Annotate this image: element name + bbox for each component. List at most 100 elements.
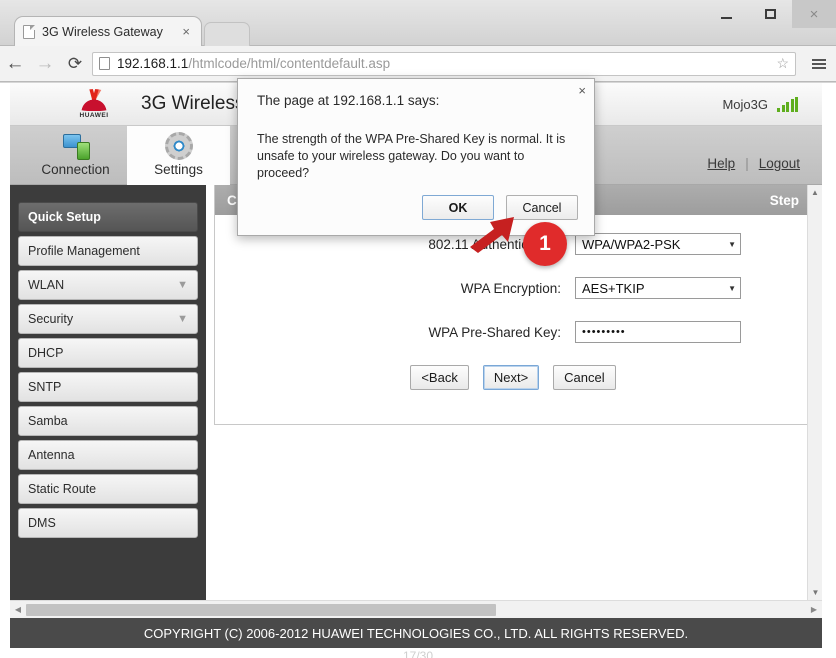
address-bar-url: 192.168.1.1/htmlcode/html/contentdefault… bbox=[117, 56, 770, 71]
cancel-button[interactable]: Cancel bbox=[553, 365, 616, 390]
copyright-footer: COPYRIGHT (C) 2006-2012 HUAWEI TECHNOLOG… bbox=[10, 618, 822, 648]
sidebar-item-wlan[interactable]: WLAN ▼ bbox=[18, 270, 198, 300]
tab-connection-label: Connection bbox=[41, 162, 110, 177]
browser-titlebar: × 3G Wireless Gateway × bbox=[0, 0, 836, 46]
dialog-ok-label: OK bbox=[448, 200, 468, 215]
scroll-up-icon[interactable]: ▲ bbox=[808, 185, 822, 200]
huawei-logo: HUAWEI bbox=[65, 89, 123, 119]
browser-tab-title: 3G Wireless Gateway bbox=[42, 24, 163, 39]
gear-icon bbox=[164, 132, 193, 160]
next-button[interactable]: Next> bbox=[482, 365, 540, 390]
encryption-select[interactable]: AES+TKIP ▼ bbox=[575, 277, 741, 299]
chevron-down-icon: ▼ bbox=[177, 279, 188, 291]
authentication-value: WPA/WPA2-PSK bbox=[582, 236, 681, 252]
authentication-select[interactable]: WPA/WPA2-PSK ▼ bbox=[575, 233, 741, 255]
sidebar-item-label: Profile Management bbox=[28, 244, 140, 258]
sidebar-item-sntp[interactable]: SNTP bbox=[18, 372, 198, 402]
url-path: /htmlcode/html/contentdefault.asp bbox=[188, 56, 391, 71]
reload-button[interactable]: ⟳ bbox=[60, 49, 90, 79]
browser-menu-icon[interactable] bbox=[804, 58, 834, 69]
form-row-preshared-key: WPA Pre-Shared Key: ••••••••• bbox=[215, 321, 811, 343]
page-horizontal-scrollbar[interactable]: ◀ ▶ bbox=[10, 600, 822, 618]
sidebar-item-samba[interactable]: Samba bbox=[18, 406, 198, 436]
sidebar-item-label: WLAN bbox=[28, 278, 65, 292]
tab-settings[interactable]: Settings bbox=[127, 126, 230, 185]
sidebar-item-label: DMS bbox=[28, 516, 56, 530]
sidebar-item-label: Quick Setup bbox=[28, 210, 101, 224]
hscroll-track[interactable] bbox=[26, 603, 806, 617]
preshared-key-value: ••••••••• bbox=[582, 326, 626, 338]
chevron-down-icon: ▼ bbox=[728, 283, 736, 293]
page-info-icon bbox=[99, 57, 110, 70]
device-name-label: Mojo3G bbox=[722, 96, 768, 112]
sidebar-item-dms[interactable]: DMS bbox=[18, 508, 198, 538]
forward-button[interactable]: → bbox=[30, 49, 60, 79]
back-button[interactable]: ← bbox=[0, 49, 30, 79]
sidebar-item-label: Samba bbox=[28, 414, 68, 428]
scroll-right-icon[interactable]: ▶ bbox=[806, 605, 822, 614]
sidebar-item-quick-setup[interactable]: Quick Setup bbox=[18, 202, 198, 232]
sidebar-item-label: SNTP bbox=[28, 380, 62, 394]
scroll-down-icon[interactable]: ▼ bbox=[808, 585, 823, 600]
sidebar-item-label: DHCP bbox=[28, 346, 64, 360]
sidebar-item-profile-management[interactable]: Profile Management bbox=[18, 236, 198, 266]
preshared-key-label: WPA Pre-Shared Key: bbox=[428, 324, 561, 340]
cancel-button-label: Cancel bbox=[564, 370, 605, 385]
browser-window: × 3G Wireless Gateway × ← → ⟳ 192.168.1.… bbox=[0, 0, 836, 658]
sidebar: Quick Setup Profile Management WLAN ▼ Se… bbox=[10, 185, 206, 600]
page-number-label: 17/30 bbox=[402, 649, 434, 658]
huawei-wordmark: HUAWEI bbox=[79, 112, 109, 119]
sidebar-item-static-route[interactable]: Static Route bbox=[18, 474, 198, 504]
new-tab-button[interactable] bbox=[204, 22, 250, 46]
sidebar-item-dhcp[interactable]: DHCP bbox=[18, 338, 198, 368]
back-button[interactable]: <Back bbox=[410, 365, 469, 390]
router-tabs: Connection Settings bbox=[24, 126, 230, 185]
scroll-left-icon[interactable]: ◀ bbox=[10, 605, 26, 614]
help-link[interactable]: Help bbox=[707, 156, 735, 171]
signal-strength-icon bbox=[777, 96, 798, 112]
bookmark-star-icon[interactable]: ☆ bbox=[776, 55, 789, 72]
url-host: 192.168.1.1 bbox=[117, 56, 189, 71]
callout-number: 1 bbox=[539, 232, 551, 255]
header-links: Help | Logout bbox=[707, 156, 800, 171]
page-title: 3G Wireless bbox=[141, 93, 245, 114]
copyright-text: COPYRIGHT (C) 2006-2012 HUAWEI TECHNOLOG… bbox=[143, 625, 689, 641]
reload-icon: ⟳ bbox=[67, 53, 83, 73]
preshared-key-input[interactable]: ••••••••• bbox=[575, 321, 741, 343]
browser-toolbar: ← → ⟳ 192.168.1.1/htmlcode/html/contentd… bbox=[0, 46, 836, 82]
next-button-label: Next> bbox=[493, 370, 529, 385]
sidebar-item-label: Antenna bbox=[28, 448, 75, 462]
connection-icon bbox=[61, 132, 91, 160]
address-bar[interactable]: 192.168.1.1/htmlcode/html/contentdefault… bbox=[92, 51, 796, 76]
encryption-value: AES+TKIP bbox=[582, 280, 645, 296]
form-row-encryption: WPA Encryption: AES+TKIP ▼ bbox=[215, 277, 811, 299]
hscroll-thumb[interactable] bbox=[26, 603, 496, 616]
tab-settings-label: Settings bbox=[154, 162, 203, 177]
dialog-message: The strength of the WPA Pre-Shared Key i… bbox=[257, 132, 566, 180]
sidebar-item-security[interactable]: Security ▼ bbox=[18, 304, 198, 334]
chevron-down-icon: ▼ bbox=[728, 239, 736, 249]
dialog-title: The page at 192.168.1.1 says: bbox=[257, 93, 440, 108]
dialog-close-icon[interactable]: × bbox=[578, 83, 586, 98]
device-status: Mojo3G bbox=[722, 96, 798, 112]
link-separator: | bbox=[745, 156, 749, 171]
sidebar-item-antenna[interactable]: Antenna bbox=[18, 440, 198, 470]
tab-connection[interactable]: Connection bbox=[24, 126, 127, 185]
sidebar-item-label: Security bbox=[28, 312, 74, 326]
chevron-down-icon: ▼ bbox=[177, 313, 188, 325]
forward-arrow-icon: → bbox=[35, 52, 55, 74]
page-vertical-scrollbar[interactable]: ▲ ▼ bbox=[807, 185, 822, 600]
sidebar-item-label: Static Route bbox=[28, 482, 97, 496]
huawei-mark-icon bbox=[71, 89, 117, 111]
tab-strip: 3G Wireless Gateway × bbox=[0, 16, 836, 46]
encryption-label: WPA Encryption: bbox=[460, 280, 561, 296]
back-arrow-icon: ← bbox=[5, 52, 25, 74]
callout-badge: 1 bbox=[523, 222, 567, 266]
page-favicon-icon bbox=[23, 24, 35, 39]
wizard-buttons: <Back Next> Cancel bbox=[215, 365, 811, 390]
router-body: Quick Setup Profile Management WLAN ▼ Se… bbox=[10, 185, 822, 600]
logout-link[interactable]: Logout bbox=[759, 156, 800, 171]
card-header-step: Step bbox=[769, 192, 799, 208]
tab-close-icon[interactable]: × bbox=[179, 24, 193, 39]
browser-tab[interactable]: 3G Wireless Gateway × bbox=[14, 16, 202, 46]
